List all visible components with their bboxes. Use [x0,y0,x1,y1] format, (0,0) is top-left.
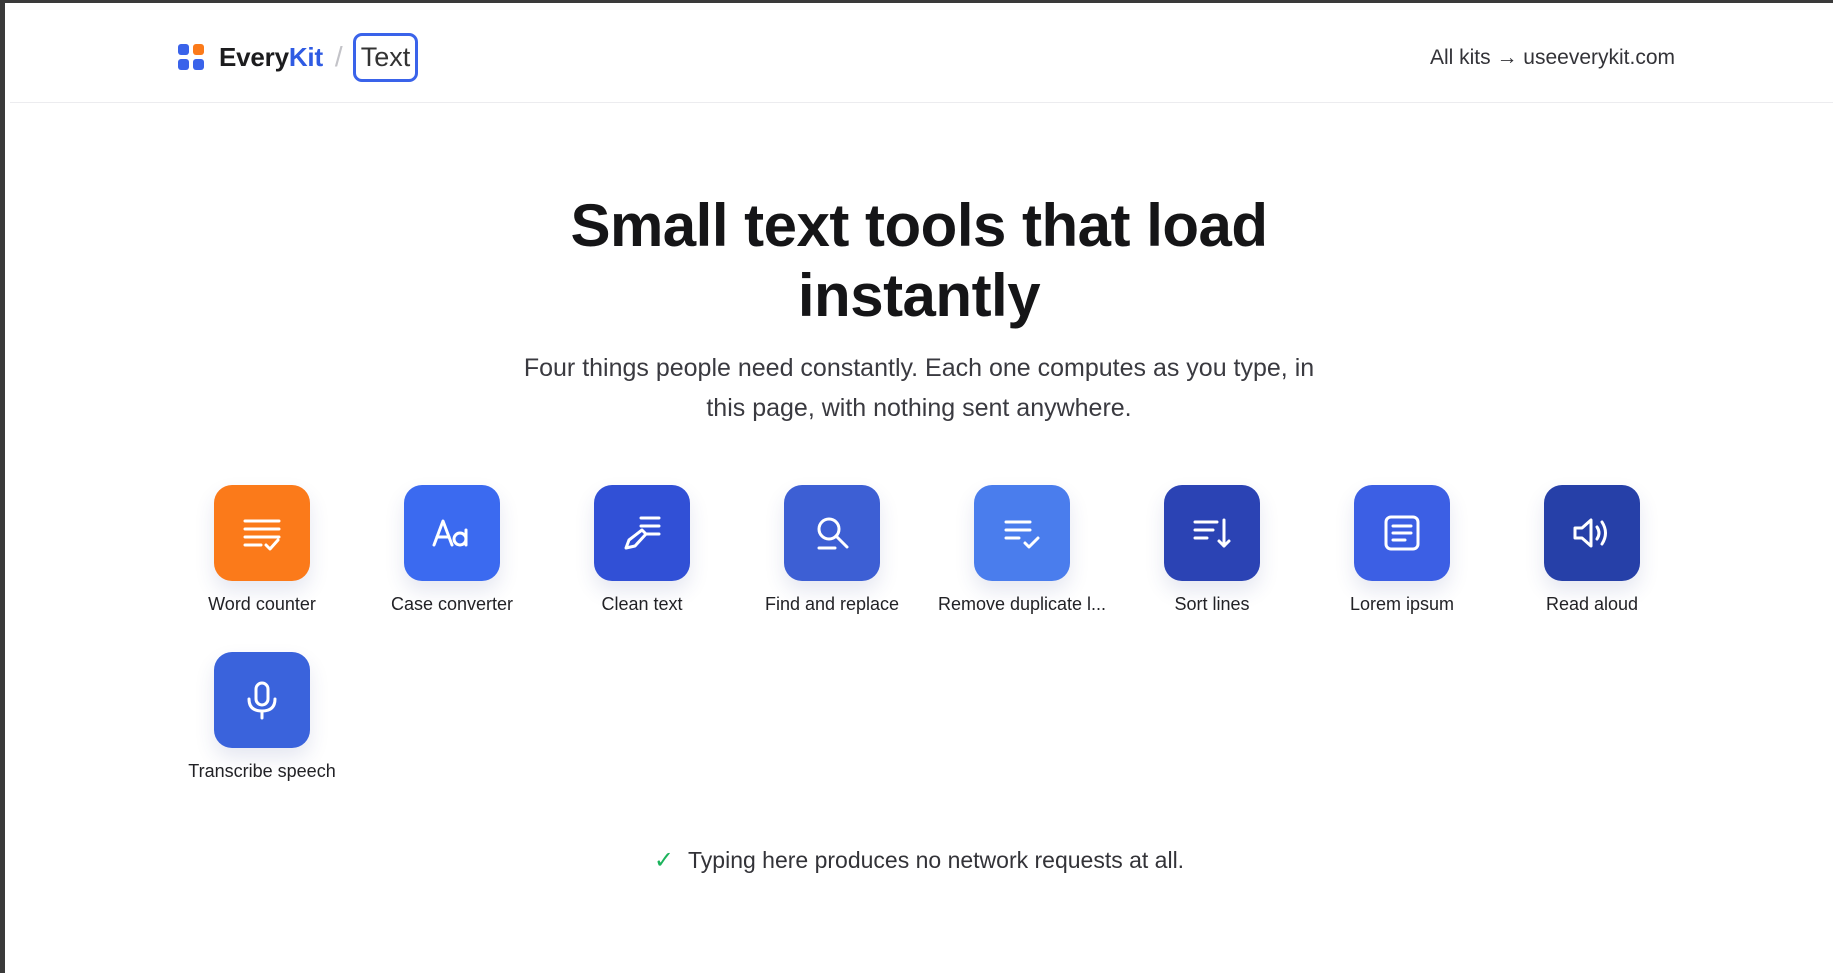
logo-square-2 [193,44,204,55]
logo-square-3 [178,59,189,70]
tool-lorem-ipsum[interactable]: Lorem ipsum [1307,485,1497,615]
page-subtitle: Four things people need constantly. Each… [5,348,1833,428]
tool-tile [594,485,690,581]
tool-read-aloud[interactable]: Read aloud [1497,485,1687,615]
tool-tile [404,485,500,581]
sort-lines-icon [1193,518,1231,548]
tool-label: Case converter [390,594,514,614]
current-kit-label[interactable]: Text [352,32,419,82]
top-navigation-bar: EveryKit / Text All kits → useeverykit.c… [10,6,1833,103]
tool-tile [784,485,880,581]
list-check-icon [1004,520,1040,549]
case-converter-icon [432,519,468,547]
document-icon [1384,515,1420,551]
tool-sort-lines[interactable]: Sort lines [1117,485,1307,615]
app-window: EveryKit / Text All kits → useeverykit.c… [0,0,1833,973]
page-subtitle-line-1: Four things people need constantly. Each… [523,354,1315,382]
tool-remove-duplicate-lines[interactable]: Remove duplicate l... [927,485,1117,615]
tool-label: Sort lines [1174,594,1250,614]
all-kits-link[interactable]: All kits → useeverykit.com [1430,46,1675,70]
speaker-icon [1573,518,1607,548]
tool-find-and-replace[interactable]: Find and replace [737,485,927,615]
brand-name-every: Every [219,41,289,72]
brand-name-kit: Kit [288,41,323,72]
tool-tile [1544,485,1640,581]
tool-clean-text[interactable]: Clean text [547,485,737,615]
word-counter-icon [243,519,281,551]
tool-label: Find and replace [764,594,900,614]
page-title-line-2: instantly [797,262,1041,329]
brand-name: EveryKit [219,42,323,73]
everykit-logo-icon [178,44,204,70]
tool-label: Read aloud [1545,594,1639,614]
breadcrumb-separator: / [334,41,343,72]
page-subtitle-line-2: this page, with nothing sent anywhere. [706,394,1132,422]
tool-transcribe-speech[interactable]: Transcribe speech [167,652,357,782]
tool-tile [1354,485,1450,581]
check-icon: ✓ [653,847,675,874]
tool-label: Clean text [601,594,683,614]
privacy-note-text: Typing here produces no network requests… [688,847,1185,873]
tool-tile [1164,485,1260,581]
page-title-line-1: Small text tools that load [570,192,1268,259]
tool-tile [214,485,310,581]
page-title: Small text tools that load instantly [5,191,1833,331]
logo-square-4 [193,59,204,70]
microphone-icon [247,681,277,720]
brand-logo-link[interactable]: EveryKit / Text [178,32,419,82]
tool-case-converter[interactable]: Case converter [357,485,547,615]
tool-label: Word counter [208,594,316,614]
tool-word-counter[interactable]: Word counter [167,485,357,615]
tool-label: Lorem ipsum [1349,594,1455,614]
search-icon [817,517,849,550]
tool-label: Remove duplicate l... [937,594,1107,614]
tool-tile [214,652,310,748]
privacy-note: ✓ Typing here produces no network request… [5,846,1833,875]
clean-text-icon [624,516,661,550]
tool-tile [974,485,1070,581]
tool-label: Transcribe speech [188,761,336,781]
logo-square-1 [178,44,189,55]
